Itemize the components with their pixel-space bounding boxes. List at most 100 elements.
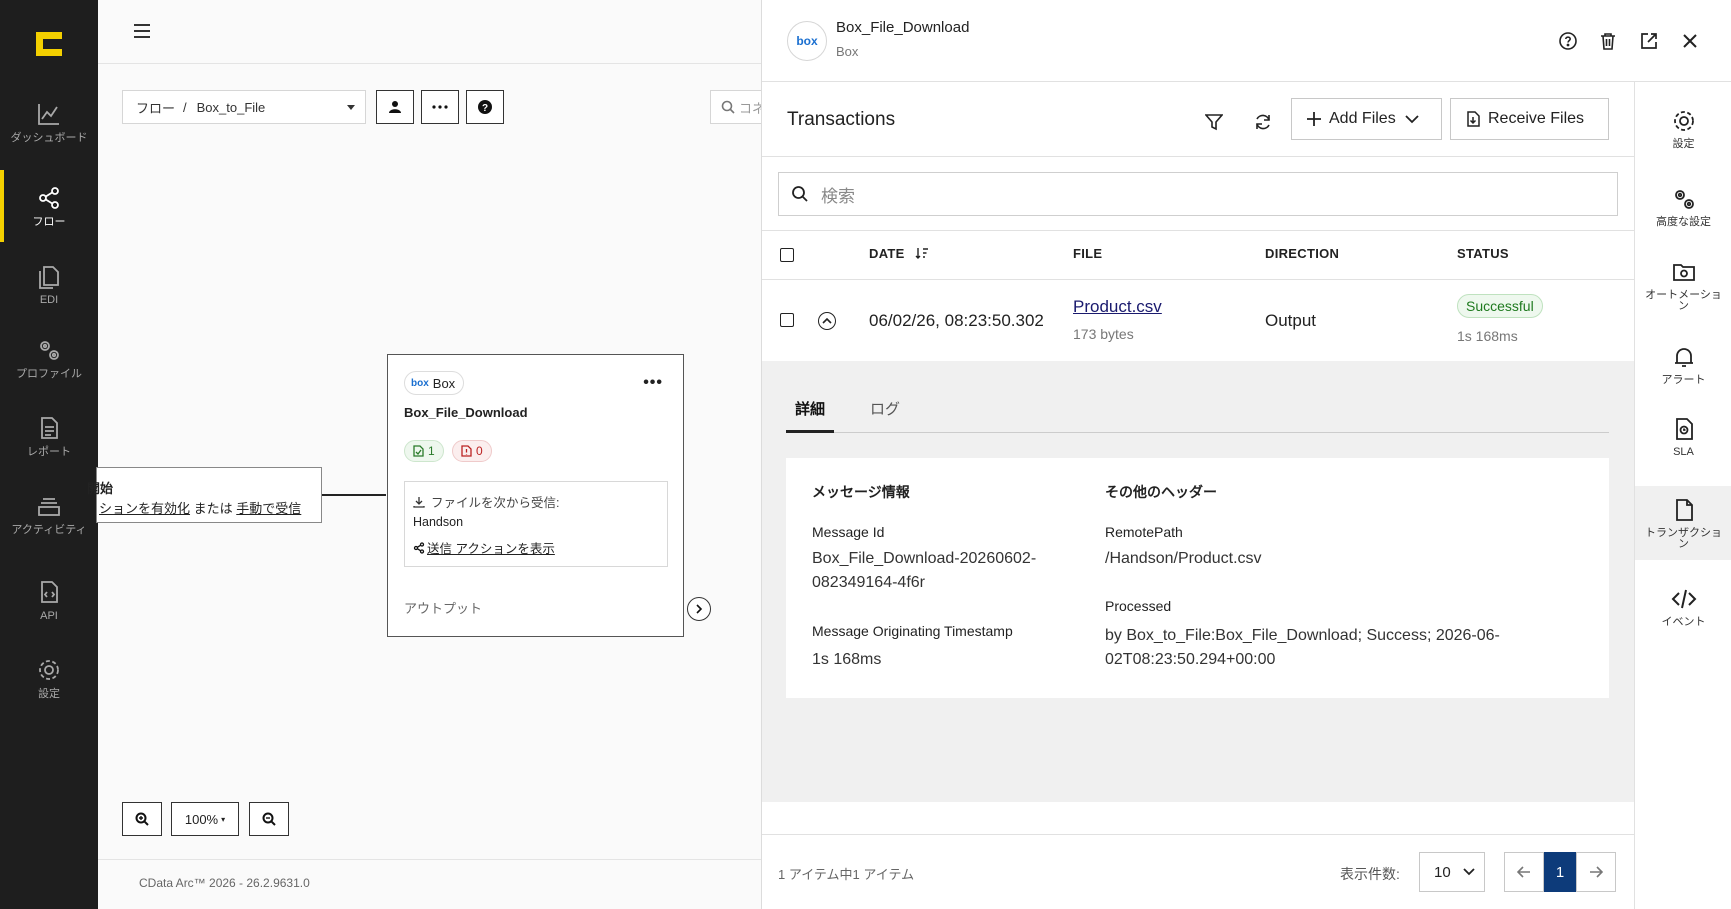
nav-item-api[interactable]: API [0, 564, 98, 636]
gear-icon [39, 659, 59, 680]
panel-subtitle: Box [836, 44, 859, 59]
send-action-row[interactable]: 送信 アクションを表示 [413, 538, 555, 557]
filter-button[interactable] [1202, 110, 1226, 134]
breadcrumb-root[interactable]: フロー [136, 98, 175, 117]
nav-item-report[interactable]: レポート [0, 400, 98, 472]
nav-item-edi[interactable]: EDI [0, 248, 98, 320]
version-text: CData Arc™ 2026 - 26.2.9631.0 [139, 876, 310, 890]
help-button[interactable] [1557, 30, 1579, 52]
nav-item-activity[interactable]: アクティビティ [0, 478, 98, 550]
rail-item-transactions[interactable]: トランザクション [1635, 486, 1731, 560]
open-external-button[interactable] [1638, 30, 1660, 52]
zoom-in-button[interactable] [122, 802, 162, 836]
close-button[interactable] [1679, 30, 1701, 52]
gears-icon [1674, 190, 1694, 209]
refresh-icon [1256, 114, 1270, 130]
transactions-title: Transactions [787, 109, 896, 130]
zoom-level-select[interactable]: 100% ▾ [171, 802, 239, 836]
nav-item-profile[interactable]: プロファイル [0, 322, 98, 394]
status-badge: Successful [1457, 294, 1543, 318]
rail-item-advanced-settings[interactable]: 高度な設定 [1635, 170, 1731, 244]
divider [762, 834, 1634, 835]
rail-item-alerts[interactable]: アラート [1635, 328, 1731, 402]
user-button[interactable] [376, 90, 414, 124]
per-page-select[interactable]: 10 [1419, 852, 1485, 892]
tab-details[interactable]: 詳細 [795, 398, 825, 419]
box-connector-node[interactable]: box Box ••• Box_File_Download 1 0 ファイルを次… [387, 354, 684, 637]
download-icon [413, 496, 425, 508]
gears-icon [40, 340, 59, 360]
manual-receive-link[interactable]: 手動で受信 [236, 501, 301, 516]
start-node[interactable]: 開始 ションを有効化 または 手動で受信 [87, 467, 322, 523]
zoom-out-icon [262, 812, 276, 826]
rail-item-sla[interactable]: SLA [1635, 400, 1731, 474]
row-date: 06/02/26, 08:23:50.302 [869, 311, 1044, 330]
zoom-out-button[interactable] [249, 802, 289, 836]
row-file-link[interactable]: Product.csv [1073, 297, 1162, 317]
select-all-checkbox[interactable] [780, 248, 794, 262]
divider [762, 230, 1634, 231]
refresh-button[interactable] [1251, 110, 1275, 134]
zoom-level-value: 100% [184, 811, 219, 827]
receive-label: ファイルを次から受信: [431, 496, 560, 510]
file-check-icon [413, 445, 424, 457]
next-page-button[interactable] [1576, 852, 1616, 892]
row-checkbox[interactable] [780, 313, 794, 327]
receive-label-row: ファイルを次から受信: [413, 492, 559, 511]
caret-down-icon: ▾ [221, 814, 226, 824]
success-count-badge[interactable]: 1 [404, 440, 444, 462]
error-count-badge[interactable]: 0 [452, 440, 492, 462]
enable-link[interactable]: 有効化 [151, 501, 190, 516]
flow-breadcrumb-select[interactable]: フロー / Box_to_File [122, 90, 366, 124]
direction-column-header[interactable]: DIRECTION [1265, 246, 1339, 261]
nav-label: API [40, 609, 58, 622]
tab-divider [786, 432, 1609, 433]
other-headers-heading: その他のヘッダー [1105, 484, 1217, 500]
output-port-button[interactable] [687, 597, 711, 621]
nav-item-settings[interactable]: 設定 [0, 642, 98, 714]
collapse-row-icon[interactable] [818, 312, 836, 330]
cdata-logo[interactable] [34, 30, 64, 58]
prev-page-button[interactable] [1504, 852, 1544, 892]
nav-item-dashboard[interactable]: ダッシュボード [0, 86, 98, 158]
current-page-button[interactable]: 1 [1544, 852, 1576, 892]
file-column-header[interactable]: FILE [1073, 246, 1102, 261]
hamburger-menu-icon[interactable] [134, 24, 150, 38]
start-node-text: ションを有効化 または 手動で受信 [99, 498, 301, 517]
rail-label: イベント [1661, 616, 1706, 628]
transactions-search-input[interactable]: 検索 [778, 172, 1618, 216]
add-files-button[interactable]: Add Files [1291, 98, 1442, 140]
panel-right-rail: 設定 高度な設定 オートメーション アラート SLA トランザクション イベント [1634, 82, 1731, 909]
flow-canvas[interactable]: フロー / Box_to_File ? コネ 開始 ションを有効化 または 手動… [87, 0, 770, 909]
rail-item-automation[interactable]: オートメーション [1635, 248, 1731, 322]
more-button[interactable] [421, 90, 459, 124]
node-menu-icon[interactable]: ••• [643, 375, 663, 391]
file-error-icon [461, 445, 472, 457]
user-icon [389, 101, 401, 113]
connector-type-label: Box [432, 375, 456, 391]
timestamp-value: 1s 168ms [812, 651, 882, 668]
left-nav: ダッシュボード フロー EDI プロファイル レポート アクティビティ API … [0, 0, 98, 909]
receive-files-button[interactable]: Receive Files [1450, 98, 1609, 140]
chevron-up-icon [822, 317, 832, 324]
tab-log[interactable]: ログ [870, 398, 900, 419]
rail-item-settings[interactable]: 設定 [1635, 92, 1731, 166]
help-button[interactable]: ? [466, 90, 504, 124]
item-count-text: 1 アイテム中1 アイテム [778, 867, 915, 882]
date-header-label: DATE [869, 246, 905, 261]
trash-icon [1601, 33, 1615, 50]
layers-icon [38, 497, 60, 516]
success-count: 1 [428, 444, 435, 458]
nav-item-flow[interactable]: フロー [0, 170, 98, 242]
filter-icon [1205, 114, 1223, 131]
row-duration: 1s 168ms [1457, 328, 1518, 344]
nav-label: アクティビティ [11, 523, 87, 536]
send-action-link[interactable]: 送信 アクションを表示 [427, 538, 555, 557]
chart-line-icon [38, 103, 59, 125]
remote-path-value: /Handson/Product.csv [1105, 550, 1262, 567]
delete-button[interactable] [1597, 30, 1619, 52]
rail-item-events[interactable]: イベント [1635, 570, 1731, 644]
external-link-icon [1641, 33, 1657, 49]
status-column-header[interactable]: STATUS [1457, 246, 1509, 261]
date-column-header[interactable]: DATE [869, 246, 929, 261]
